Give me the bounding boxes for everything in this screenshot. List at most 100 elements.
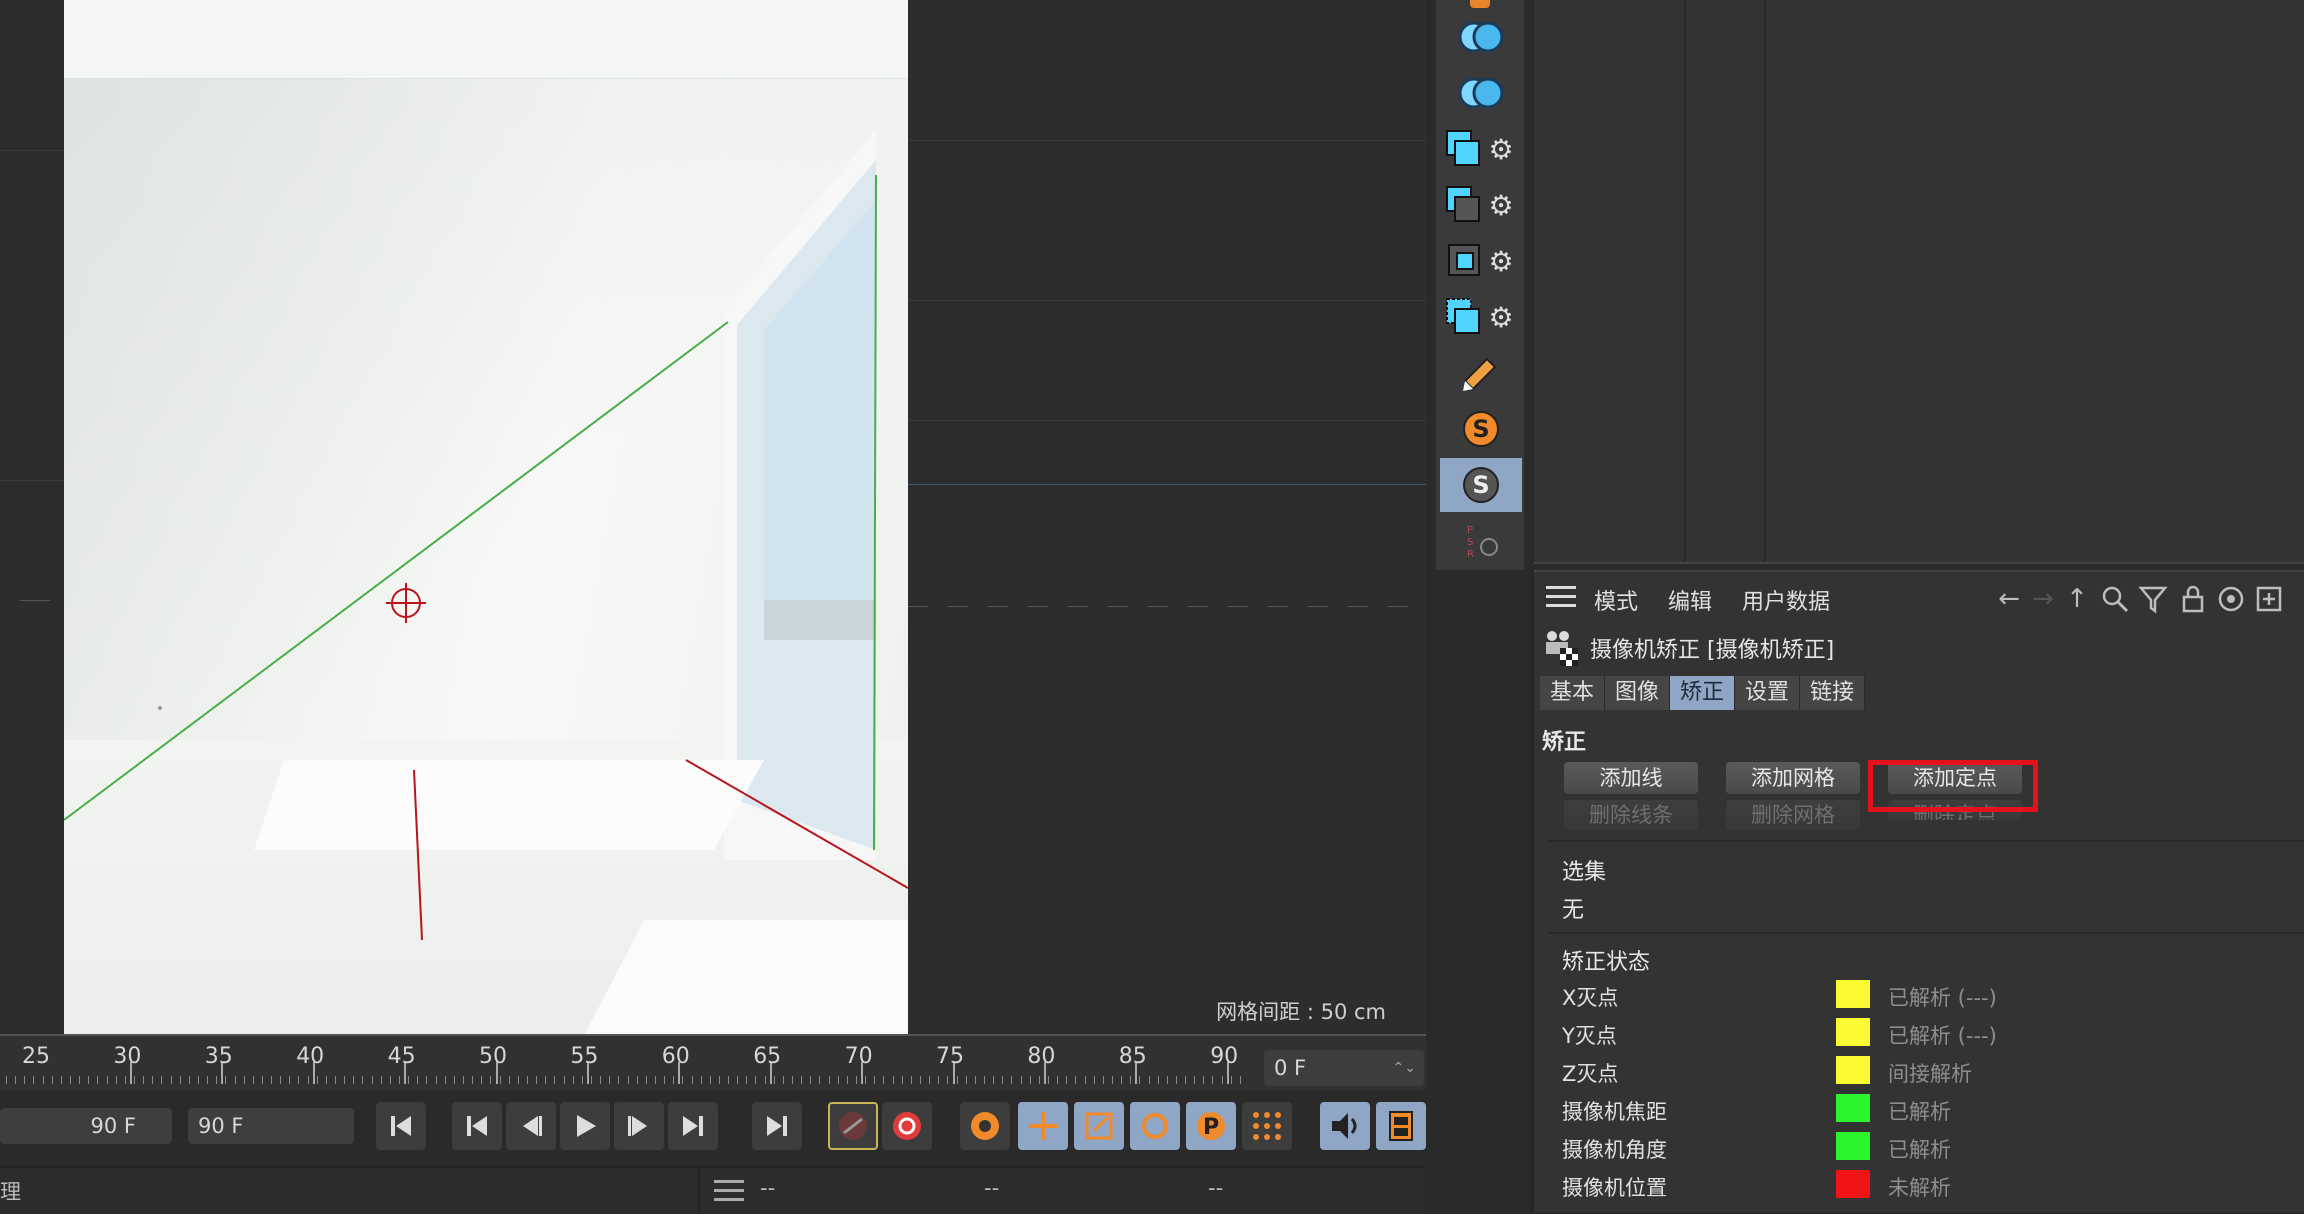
- point-level-icon[interactable]: [1242, 1102, 1292, 1150]
- timeline-minor-tick: [133, 1076, 135, 1084]
- up-arrow-icon[interactable]: ↑: [2062, 584, 2092, 614]
- rotate-keyframe-icon[interactable]: [1130, 1102, 1180, 1150]
- extrude-icon[interactable]: ⚙: [1440, 290, 1522, 344]
- go-to-start-icon[interactable]: [376, 1102, 426, 1150]
- end-frame-field-right[interactable]: 90 F: [188, 1108, 354, 1144]
- add-line-button[interactable]: 添加线: [1564, 762, 1698, 794]
- end-frame-field-left[interactable]: 90 F: [0, 1108, 172, 1144]
- boolean-icon[interactable]: [1440, 10, 1522, 64]
- param-keyframe-icon[interactable]: P: [1186, 1102, 1236, 1150]
- sketch-icon[interactable]: [1440, 346, 1522, 400]
- keyframe-settings-icon[interactable]: [960, 1102, 1010, 1150]
- timeline-minor-tick: [682, 1076, 684, 1084]
- timeline-minor-tick: [97, 1076, 99, 1084]
- guide-line: [64, 321, 729, 821]
- go-to-end-icon[interactable]: [752, 1102, 802, 1150]
- tab-basic[interactable]: 基本: [1540, 676, 1606, 710]
- timeline-ruler[interactable]: 25 30 35 40 45 50 55 60 65 70 75 80 85 90 0 F ⌃⌄: [0, 1036, 1426, 1090]
- psr-icon[interactable]: PSR: [1440, 514, 1522, 568]
- timeline-minor-tick: [490, 1076, 492, 1084]
- timeline-minor-tick: [700, 1076, 702, 1084]
- film-icon[interactable]: [1376, 1102, 1426, 1150]
- subdivision-icon[interactable]: ⚙: [1440, 234, 1522, 288]
- search-icon[interactable]: [2100, 584, 2130, 614]
- back-arrow-icon[interactable]: ←: [1994, 584, 2024, 614]
- delete-line-button[interactable]: 删除线条: [1564, 800, 1698, 830]
- timeline-minor-tick: [298, 1076, 300, 1084]
- add-grid-button[interactable]: 添加网格: [1726, 762, 1860, 794]
- camera-calibrator-icon[interactable]: S: [1440, 458, 1522, 512]
- spline-wrap-icon[interactable]: S: [1440, 402, 1522, 456]
- filter-icon[interactable]: [2138, 584, 2168, 614]
- next-key-icon[interactable]: [668, 1102, 718, 1150]
- menu-mode[interactable]: 模式: [1594, 584, 1638, 616]
- status-row-focal-length: 摄像机焦距 已解析: [1562, 1094, 2282, 1130]
- hamburger-menu-icon[interactable]: [714, 1180, 744, 1201]
- boolean-icon[interactable]: [1440, 66, 1522, 120]
- move-keyframe-icon[interactable]: [1018, 1102, 1068, 1150]
- timeline-minor-tick: [353, 1076, 355, 1084]
- menu-edit[interactable]: 编辑: [1668, 584, 1712, 616]
- timeline-minor-tick: [536, 1076, 538, 1084]
- attribute-manager: 模式 编辑 用户数据 ← → ↑ 摄像机矫正 [摄像机矫正] 基本 图像 矫正 …: [1534, 570, 2304, 1212]
- divider: [1548, 840, 2304, 842]
- menu-user-data[interactable]: 用户数据: [1742, 584, 1830, 616]
- timeline-minor-tick: [1185, 1076, 1187, 1084]
- timeline-minor-tick: [974, 1076, 976, 1084]
- tab-calibrate[interactable]: 矫正: [1670, 676, 1736, 710]
- grid-line: [908, 140, 1426, 141]
- timeline-minor-tick: [152, 1076, 154, 1084]
- coord-placeholder: --: [984, 1176, 1000, 1200]
- end-frame-left-value: 90 F: [90, 1114, 136, 1138]
- sound-icon[interactable]: [1320, 1102, 1370, 1150]
- tab-image[interactable]: 图像: [1605, 676, 1671, 710]
- delete-grid-button[interactable]: 删除网格: [1726, 800, 1860, 830]
- status-label: 摄像机焦距: [1562, 1100, 1667, 1124]
- timeline-minor-tick: [764, 1076, 766, 1084]
- new-panel-icon[interactable]: [2254, 584, 2284, 614]
- timeline-minor-tick: [69, 1076, 71, 1084]
- tab-settings[interactable]: 设置: [1735, 676, 1801, 710]
- timeline-minor-tick: [728, 1076, 730, 1084]
- calibration-status-label: 矫正状态: [1562, 950, 1651, 975]
- scale-keyframe-icon[interactable]: [1074, 1102, 1124, 1150]
- timeline-minor-tick: [271, 1076, 273, 1084]
- tab-bar: 基本 图像 矫正 设置 链接: [1540, 676, 1866, 710]
- selection-value: 无: [1562, 898, 1585, 923]
- timeline-minor-tick: [408, 1076, 410, 1084]
- end-frame-right-value: 90 F: [198, 1114, 244, 1138]
- stepper-icon[interactable]: ⌃⌄: [1393, 1050, 1416, 1086]
- timeline-minor-tick: [618, 1076, 620, 1084]
- autokey-icon[interactable]: [882, 1102, 932, 1150]
- spline-icon[interactable]: [1470, 0, 1490, 8]
- timeline-minor-tick: [865, 1076, 867, 1084]
- timeline-minor-tick: [938, 1076, 940, 1084]
- tab-links[interactable]: 链接: [1800, 676, 1866, 710]
- timeline-minor-tick: [874, 1076, 876, 1084]
- timeline-minor-tick: [581, 1076, 583, 1084]
- timeline-minor-tick: [965, 1076, 967, 1084]
- forward-arrow-icon[interactable]: →: [2028, 584, 2058, 614]
- fracture-icon[interactable]: ⚙: [1440, 178, 1522, 232]
- viewport[interactable]: 网格间距 : 50 cm: [0, 0, 1426, 1036]
- lock-icon[interactable]: [2178, 584, 2208, 614]
- cloner-icon[interactable]: ⚙: [1440, 122, 1522, 176]
- next-frame-icon[interactable]: [614, 1102, 664, 1150]
- timeline-minor-tick: [654, 1076, 656, 1084]
- timeline-minor-tick: [252, 1076, 254, 1084]
- svg-text:⚙: ⚙: [1488, 133, 1513, 166]
- hamburger-menu-icon[interactable]: [1546, 586, 1576, 608]
- timeline-minor-tick: [572, 1076, 574, 1084]
- column-divider: [1764, 0, 1766, 562]
- record-icon[interactable]: [828, 1102, 878, 1150]
- previous-frame-icon[interactable]: [506, 1102, 556, 1150]
- play-icon[interactable]: [560, 1102, 610, 1150]
- target-icon[interactable]: [2216, 584, 2246, 614]
- timeline-minor-tick: [1148, 1076, 1150, 1084]
- svg-text:P: P: [1467, 525, 1473, 536]
- svg-text:P: P: [1203, 1115, 1219, 1140]
- timeline-minor-tick: [33, 1076, 35, 1084]
- timeline-minor-tick: [1194, 1076, 1196, 1084]
- current-frame-field[interactable]: 0 F ⌃⌄: [1264, 1050, 1424, 1086]
- previous-key-icon[interactable]: [452, 1102, 502, 1150]
